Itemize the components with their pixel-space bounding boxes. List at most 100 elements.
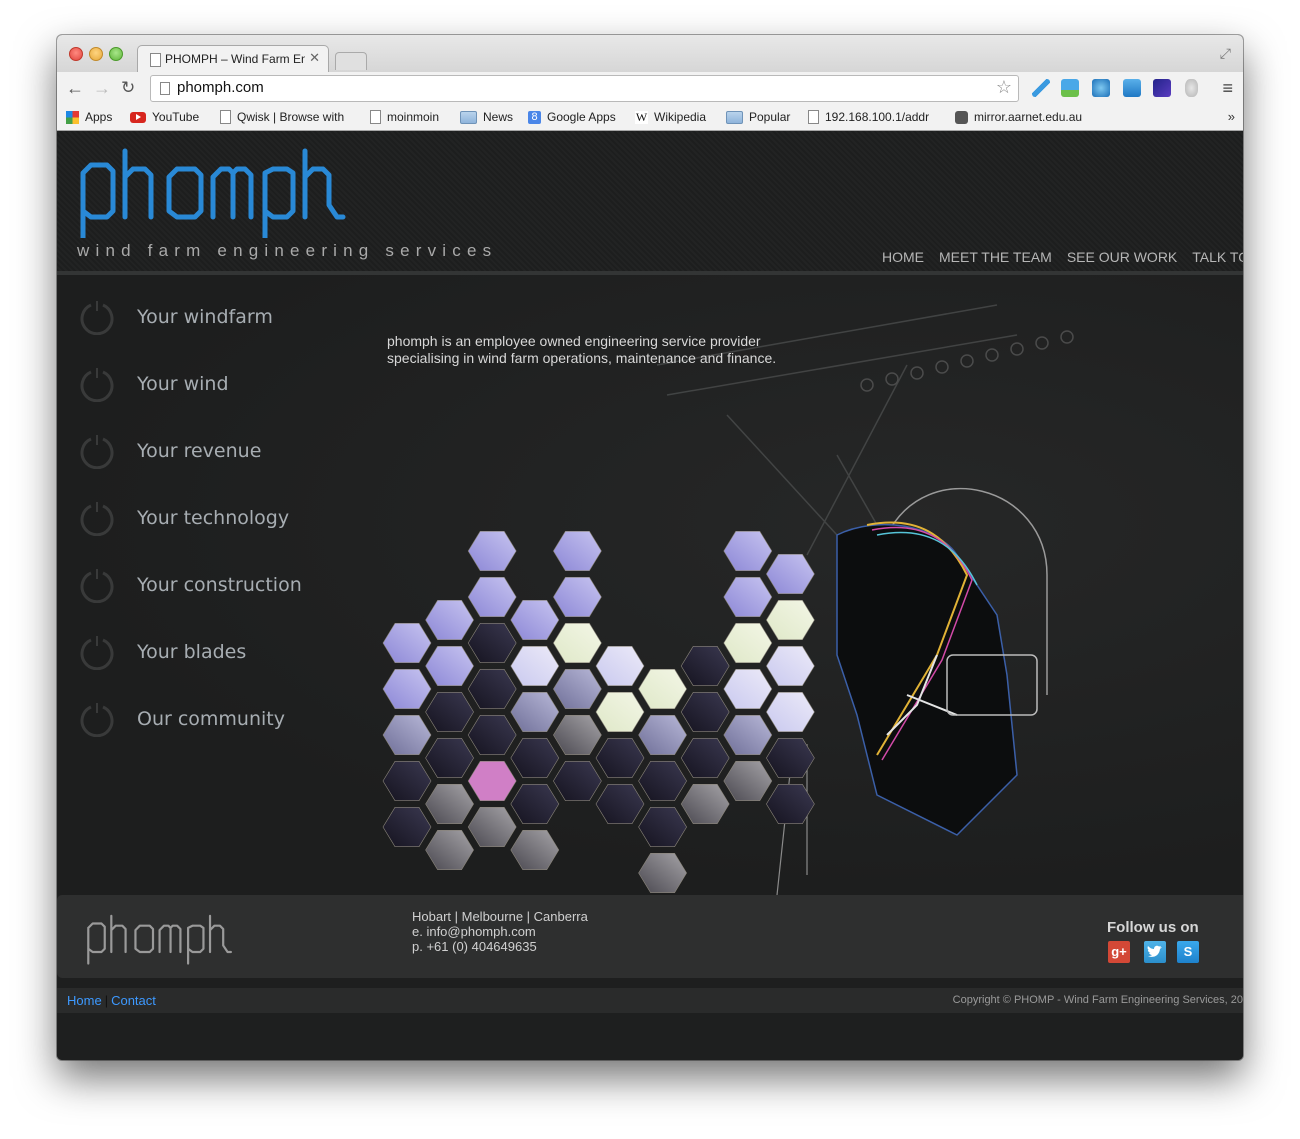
hex-tile[interactable]: [382, 806, 432, 848]
hex-tile[interactable]: [467, 806, 517, 848]
hex-tile[interactable]: [553, 760, 602, 802]
hex-tile[interactable]: [638, 668, 687, 710]
speed-gauge-extension-icon[interactable]: [1153, 79, 1171, 97]
image-extension-icon[interactable]: [1123, 79, 1141, 97]
bookmark-moinmoin[interactable]: moinmoin: [370, 110, 439, 124]
hex-tile[interactable]: [425, 599, 474, 641]
hex-tile[interactable]: [553, 622, 602, 664]
hex-tile[interactable]: [680, 737, 730, 779]
address-bar[interactable]: phomph.com ☆: [150, 75, 1019, 102]
hex-tile[interactable]: [467, 576, 517, 618]
hex-tile[interactable]: [467, 622, 517, 664]
google-plus-icon[interactable]: g+: [1108, 941, 1130, 963]
hex-tile[interactable]: [425, 783, 474, 825]
bookmark-router[interactable]: 192.168.100.1/addr: [808, 110, 937, 124]
bookmark-star-icon[interactable]: ☆: [996, 77, 1012, 98]
hex-tile[interactable]: [766, 553, 815, 595]
skype-icon[interactable]: S: [1177, 941, 1199, 963]
more-bookmarks-button[interactable]: »: [1228, 109, 1235, 124]
bookmark-apps[interactable]: Apps: [66, 110, 112, 124]
hex-tile[interactable]: [595, 645, 645, 687]
minimize-window-button[interactable]: [89, 47, 103, 61]
hex-tile[interactable]: [553, 668, 602, 710]
hex-tile[interactable]: [510, 691, 560, 733]
hex-tile[interactable]: [638, 806, 687, 848]
close-window-button[interactable]: [69, 47, 83, 61]
hex-tile[interactable]: [510, 783, 560, 825]
phomph-logo[interactable]: [77, 143, 387, 238]
footer-logo[interactable]: [85, 910, 255, 965]
footer-link-contact[interactable]: Contact: [111, 993, 156, 1008]
hex-tile[interactable]: [723, 714, 773, 756]
landscape-extension-icon[interactable]: [1061, 79, 1079, 97]
forward-arrow-icon[interactable]: →: [93, 78, 111, 98]
hex-tile[interactable]: [510, 599, 560, 641]
hex-tile[interactable]: [766, 691, 815, 733]
hex-tile[interactable]: [553, 530, 602, 572]
hex-tile[interactable]: [723, 668, 773, 710]
fullscreen-icon[interactable]: ⤢: [1220, 45, 1231, 62]
hex-tile[interactable]: [510, 645, 560, 687]
hex-tile[interactable]: [382, 760, 432, 802]
hex-tile[interactable]: [595, 783, 645, 825]
hex-tile[interactable]: [723, 576, 773, 618]
hex-tile-highlighted[interactable]: [467, 760, 517, 802]
bookmark-wikipedia[interactable]: W Wikipedia: [635, 110, 706, 124]
bookmark-qwisk[interactable]: Qwisk | Browse with: [220, 110, 349, 124]
hex-tile[interactable]: [382, 668, 432, 710]
nav-see-our-work[interactable]: SEE OUR WORK: [1067, 249, 1177, 265]
hex-tile[interactable]: [425, 691, 474, 733]
bookmark-news[interactable]: News: [460, 110, 513, 124]
menu-icon[interactable]: ≡: [1222, 78, 1233, 99]
hex-tile[interactable]: [723, 760, 773, 802]
maximize-window-button[interactable]: [109, 47, 123, 61]
hex-tile[interactable]: [638, 760, 687, 802]
bookmark-popular[interactable]: Popular: [726, 110, 790, 124]
hex-tile[interactable]: [723, 530, 773, 572]
twitter-extension-icon[interactable]: [1032, 79, 1050, 97]
hex-tile[interactable]: [467, 714, 517, 756]
hex-tile[interactable]: [595, 737, 645, 779]
nav-home[interactable]: HOME: [882, 249, 924, 265]
hex-tile[interactable]: [553, 714, 602, 756]
hex-tile[interactable]: [766, 645, 815, 687]
hex-tile[interactable]: [467, 668, 517, 710]
hex-tile[interactable]: [638, 714, 687, 756]
hex-tile[interactable]: [638, 852, 687, 894]
hex-tile[interactable]: [425, 645, 474, 687]
apps-grid-icon: [66, 110, 79, 124]
back-arrow-icon[interactable]: ←: [66, 78, 84, 98]
email-address[interactable]: e. info@phomph.com: [412, 924, 588, 939]
hex-tile[interactable]: [425, 829, 474, 871]
twitter-icon[interactable]: [1144, 941, 1166, 963]
url-text[interactable]: phomph.com: [177, 79, 264, 96]
seo-extension-icon[interactable]: [1092, 79, 1110, 97]
hex-tile[interactable]: [766, 737, 815, 779]
nav-meet-the-team[interactable]: MEET THE TEAM: [939, 249, 1052, 265]
hex-tile[interactable]: [510, 829, 560, 871]
new-tab-button[interactable]: [335, 52, 367, 70]
hex-tile[interactable]: [766, 599, 815, 641]
mask-extension-icon[interactable]: [1185, 79, 1198, 97]
hex-tile[interactable]: [723, 622, 773, 664]
hex-tile[interactable]: [382, 622, 432, 664]
hex-tile[interactable]: [680, 691, 730, 733]
bookmark-google-apps[interactable]: 8 Google Apps: [528, 110, 616, 124]
close-tab-icon[interactable]: ✕: [309, 50, 320, 66]
hex-tile[interactable]: [766, 783, 815, 825]
reload-icon[interactable]: ↻: [121, 78, 135, 98]
bookmark-mirror[interactable]: mirror.aarnet.edu.au: [955, 110, 1092, 124]
browser-tab[interactable]: PHOMPH – Wind Farm Engi ✕: [137, 45, 329, 73]
hex-tile[interactable]: [553, 576, 602, 618]
hex-tile[interactable]: [425, 737, 474, 779]
hex-tile[interactable]: [382, 714, 432, 756]
hex-photo-mosaic: [382, 530, 815, 894]
bookmark-youtube[interactable]: YouTube: [130, 110, 199, 124]
hex-tile[interactable]: [510, 737, 560, 779]
hex-tile[interactable]: [680, 645, 730, 687]
hex-tile[interactable]: [680, 783, 730, 825]
hex-tile[interactable]: [467, 530, 517, 572]
nav-talk-to-us[interactable]: TALK TO US: [1192, 249, 1243, 265]
footer-link-home[interactable]: Home: [67, 993, 102, 1008]
hex-tile[interactable]: [595, 691, 645, 733]
